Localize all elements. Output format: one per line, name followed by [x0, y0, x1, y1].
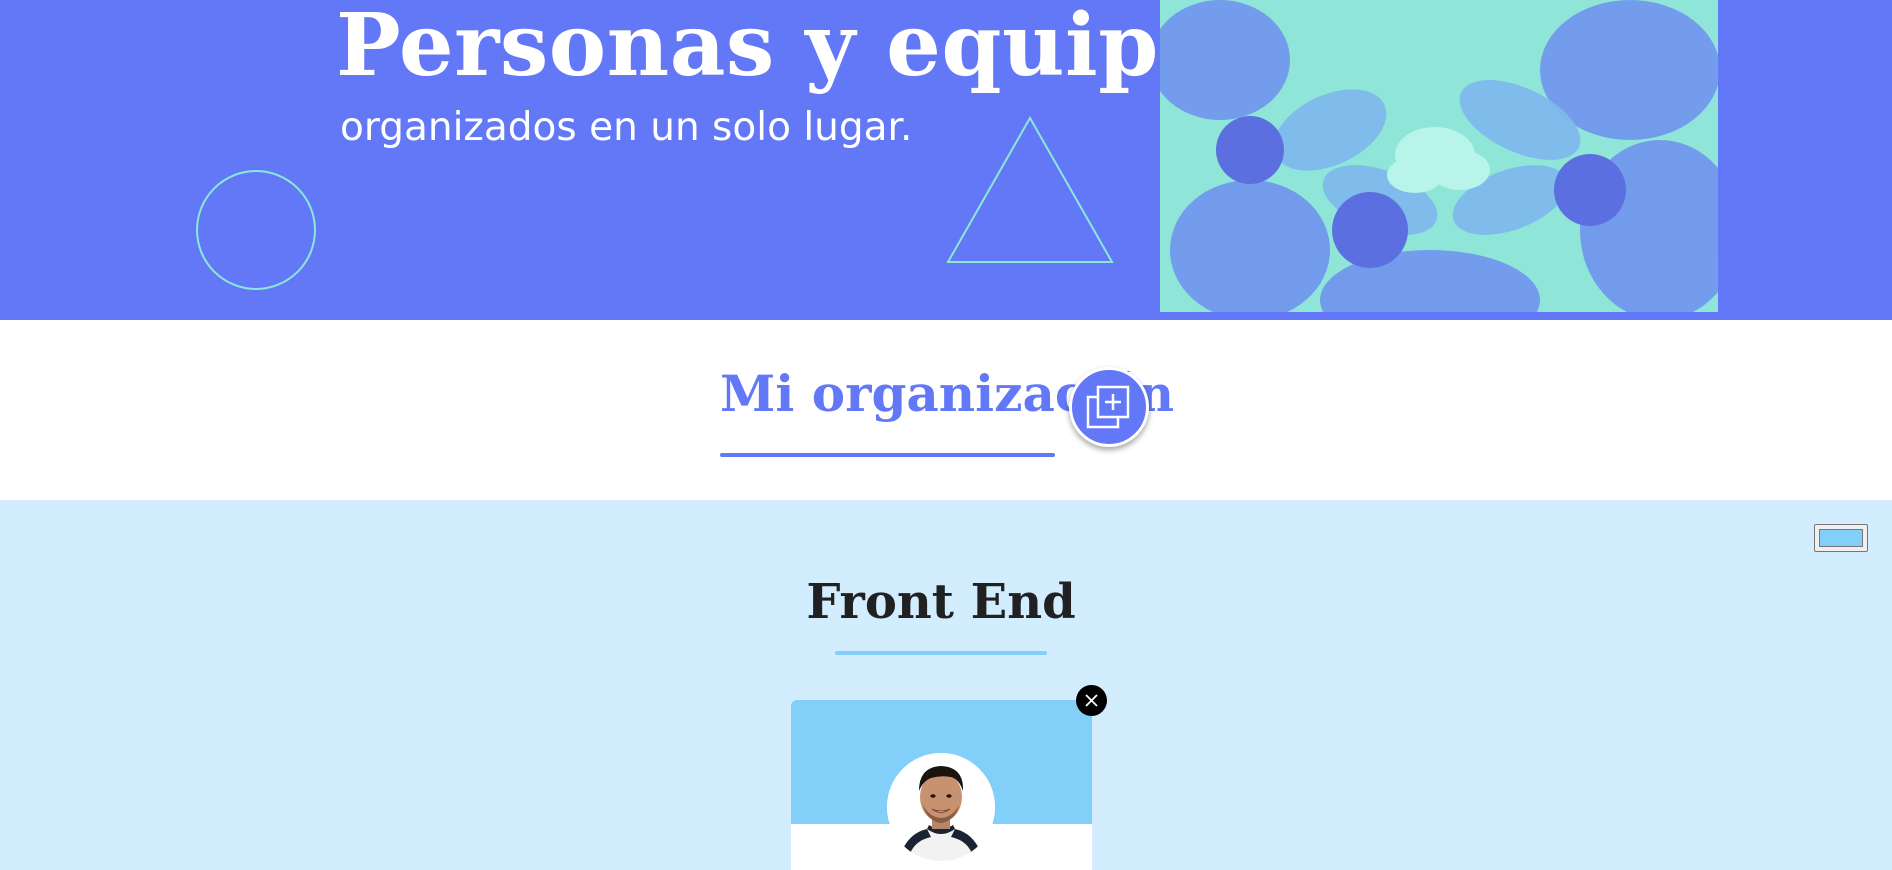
- decorative-circle: [196, 170, 316, 290]
- header-banner: Personas y equipos organizados en un sol…: [0, 0, 1892, 320]
- add-copy-icon: [1086, 385, 1130, 429]
- decorative-triangle: [946, 115, 1114, 263]
- team-color-picker[interactable]: [1814, 524, 1868, 552]
- banner-title: Personas y equipos: [336, 0, 1266, 96]
- banner-subtitle: organizados en un solo lugar.: [340, 105, 913, 150]
- avatar-photo: [887, 753, 995, 861]
- delete-collaborator-button[interactable]: [1076, 685, 1107, 716]
- collaborator-card: [791, 700, 1092, 870]
- team-title-underline: [835, 651, 1047, 655]
- team-title: Front End: [806, 574, 1076, 630]
- color-swatch: [1819, 529, 1863, 547]
- avatar: [887, 753, 995, 861]
- close-icon: [1085, 694, 1098, 707]
- team-section-front-end: Front End: [0, 500, 1892, 870]
- organization-title-underline: [720, 453, 1055, 457]
- hero-image: [1160, 0, 1718, 312]
- organization-section: Mi organización: [0, 320, 1892, 500]
- add-collaborator-button[interactable]: [1069, 367, 1149, 447]
